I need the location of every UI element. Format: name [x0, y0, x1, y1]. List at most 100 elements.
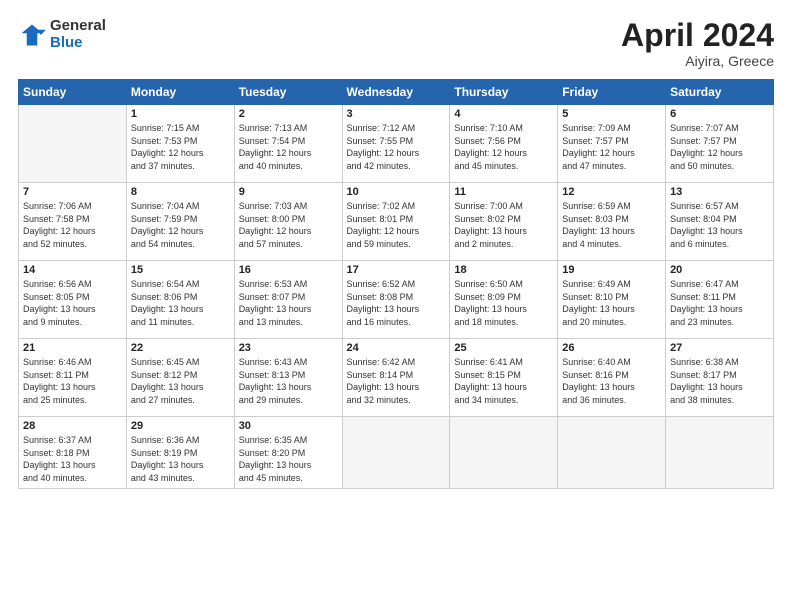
logo: General Blue — [18, 18, 106, 51]
calendar-cell: 28Sunrise: 6:37 AMSunset: 8:18 PMDayligh… — [19, 417, 127, 488]
day-info: Sunrise: 6:40 AMSunset: 8:16 PMDaylight:… — [562, 356, 661, 406]
logo-icon — [18, 21, 46, 49]
calendar-cell: 1 Sunrise: 7:15 AMSunset: 7:53 PMDaylight… — [126, 105, 234, 183]
day-number: 13 — [670, 186, 769, 198]
day-number: 29 — [131, 420, 230, 432]
week-row-2: 7 Sunrise: 7:06 AMSunset: 7:58 PMDaylight… — [19, 183, 774, 261]
calendar-cell: 16 Sunrise: 6:53 AMSunset: 8:07 PMDayligh… — [234, 261, 342, 339]
calendar-cell: 10Sunrise: 7:02 AMSunset: 8:01 PMDayligh… — [342, 183, 450, 261]
calendar-cell — [666, 417, 774, 488]
day-number: 27 — [670, 342, 769, 354]
day-number: 15 — [131, 264, 230, 276]
day-header-wednesday: Wednesday — [342, 80, 450, 105]
calendar-cell — [558, 417, 666, 488]
day-number: 2 — [239, 108, 338, 120]
day-number: 23 — [239, 342, 338, 354]
day-number: 3 — [347, 108, 446, 120]
calendar-cell: 15 Sunrise: 6:54 AMSunset: 8:06 PMDayligh… — [126, 261, 234, 339]
calendar-header-row: SundayMondayTuesdayWednesdayThursdayFrid… — [19, 80, 774, 105]
day-info: Sunrise: 6:59 AMSunset: 8:03 PMDaylight:… — [562, 200, 661, 250]
day-number: 25 — [454, 342, 553, 354]
calendar-cell: 14 Sunrise: 6:56 AMSunset: 8:05 PMDayligh… — [19, 261, 127, 339]
calendar-cell: 23Sunrise: 6:43 AMSunset: 8:13 PMDayligh… — [234, 339, 342, 417]
calendar-cell: 19Sunrise: 6:49 AMSunset: 8:10 PMDayligh… — [558, 261, 666, 339]
day-number: 26 — [562, 342, 661, 354]
day-number: 6 — [670, 108, 769, 120]
day-info: Sunrise: 6:50 AMSunset: 8:09 PMDaylight:… — [454, 278, 553, 328]
calendar-cell: 20 Sunrise: 6:47 AMSunset: 8:11 PMDayligh… — [666, 261, 774, 339]
day-info: Sunrise: 6:46 AMSunset: 8:11 PMDaylight:… — [23, 356, 122, 406]
calendar-cell: 27 Sunrise: 6:38 AMSunset: 8:17 PMDayligh… — [666, 339, 774, 417]
week-row-1: 1 Sunrise: 7:15 AMSunset: 7:53 PMDaylight… — [19, 105, 774, 183]
day-info: Sunrise: 6:56 AMSunset: 8:05 PMDaylight:… — [23, 278, 122, 328]
day-info: Sunrise: 6:54 AMSunset: 8:06 PMDaylight:… — [131, 278, 230, 328]
day-header-tuesday: Tuesday — [234, 80, 342, 105]
calendar-cell: 7 Sunrise: 7:06 AMSunset: 7:58 PMDaylight… — [19, 183, 127, 261]
day-number: 28 — [23, 420, 122, 432]
calendar-cell: 22Sunrise: 6:45 AMSunset: 8:12 PMDayligh… — [126, 339, 234, 417]
calendar-cell: 12 Sunrise: 6:59 AMSunset: 8:03 PMDayligh… — [558, 183, 666, 261]
logo-text: General Blue — [50, 18, 106, 51]
calendar-table: SundayMondayTuesdayWednesdayThursdayFrid… — [18, 79, 774, 488]
day-number: 8 — [131, 186, 230, 198]
day-number: 16 — [239, 264, 338, 276]
day-info: Sunrise: 6:52 AMSunset: 8:08 PMDaylight:… — [347, 278, 446, 328]
calendar-cell: 4 Sunrise: 7:10 AMSunset: 7:56 PMDaylight… — [450, 105, 558, 183]
day-number: 9 — [239, 186, 338, 198]
day-header-thursday: Thursday — [450, 80, 558, 105]
day-info: Sunrise: 7:00 AMSunset: 8:02 PMDaylight:… — [454, 200, 553, 250]
day-info: Sunrise: 6:53 AMSunset: 8:07 PMDaylight:… — [239, 278, 338, 328]
day-info: Sunrise: 7:12 AMSunset: 7:55 PMDaylight:… — [347, 122, 446, 172]
day-header-friday: Friday — [558, 80, 666, 105]
day-info: Sunrise: 7:10 AMSunset: 7:56 PMDaylight:… — [454, 122, 553, 172]
calendar-cell — [450, 417, 558, 488]
day-number: 14 — [23, 264, 122, 276]
week-row-4: 21 Sunrise: 6:46 AMSunset: 8:11 PMDayligh… — [19, 339, 774, 417]
day-info: Sunrise: 6:57 AMSunset: 8:04 PMDaylight:… — [670, 200, 769, 250]
calendar-cell: 8 Sunrise: 7:04 AMSunset: 7:59 PMDaylight… — [126, 183, 234, 261]
day-header-sunday: Sunday — [19, 80, 127, 105]
day-info: Sunrise: 7:04 AMSunset: 7:59 PMDaylight:… — [131, 200, 230, 250]
day-info: Sunrise: 7:15 AMSunset: 7:53 PMDaylight:… — [131, 122, 230, 172]
day-info: Sunrise: 6:35 AMSunset: 8:20 PMDaylight:… — [239, 434, 338, 484]
location: Aiyira, Greece — [621, 53, 774, 69]
day-number: 12 — [562, 186, 661, 198]
day-info: Sunrise: 7:06 AMSunset: 7:58 PMDaylight:… — [23, 200, 122, 250]
day-number: 7 — [23, 186, 122, 198]
day-info: Sunrise: 6:42 AMSunset: 8:14 PMDaylight:… — [347, 356, 446, 406]
header: General Blue April 2024 Aiyira, Greece — [18, 18, 774, 69]
calendar-cell: 13 Sunrise: 6:57 AMSunset: 8:04 PMDayligh… — [666, 183, 774, 261]
day-info: Sunrise: 6:47 AMSunset: 8:11 PMDaylight:… — [670, 278, 769, 328]
calendar-cell: 9Sunrise: 7:03 AMSunset: 8:00 PMDaylight… — [234, 183, 342, 261]
day-number: 10 — [347, 186, 446, 198]
calendar-cell: 3 Sunrise: 7:12 AMSunset: 7:55 PMDaylight… — [342, 105, 450, 183]
calendar-cell: 6 Sunrise: 7:07 AMSunset: 7:57 PMDaylight… — [666, 105, 774, 183]
calendar-cell: 2 Sunrise: 7:13 AMSunset: 7:54 PMDaylight… — [234, 105, 342, 183]
calendar-cell — [342, 417, 450, 488]
day-info: Sunrise: 7:13 AMSunset: 7:54 PMDaylight:… — [239, 122, 338, 172]
day-number: 21 — [23, 342, 122, 354]
page: General Blue April 2024 Aiyira, Greece S… — [0, 0, 792, 612]
day-header-saturday: Saturday — [666, 80, 774, 105]
logo-blue-text: Blue — [50, 35, 106, 52]
day-info: Sunrise: 7:07 AMSunset: 7:57 PMDaylight:… — [670, 122, 769, 172]
week-row-5: 28Sunrise: 6:37 AMSunset: 8:18 PMDayligh… — [19, 417, 774, 488]
day-info: Sunrise: 7:09 AMSunset: 7:57 PMDaylight:… — [562, 122, 661, 172]
calendar-cell: 26 Sunrise: 6:40 AMSunset: 8:16 PMDayligh… — [558, 339, 666, 417]
day-number: 11 — [454, 186, 553, 198]
day-header-monday: Monday — [126, 80, 234, 105]
day-number: 1 — [131, 108, 230, 120]
calendar-cell: 11 Sunrise: 7:00 AMSunset: 8:02 PMDayligh… — [450, 183, 558, 261]
day-number: 4 — [454, 108, 553, 120]
logo-general-text: General — [50, 18, 106, 35]
day-info: Sunrise: 6:38 AMSunset: 8:17 PMDaylight:… — [670, 356, 769, 406]
calendar-cell: 30 Sunrise: 6:35 AMSunset: 8:20 PMDayligh… — [234, 417, 342, 488]
day-number: 20 — [670, 264, 769, 276]
calendar-cell: 5Sunrise: 7:09 AMSunset: 7:57 PMDaylight… — [558, 105, 666, 183]
day-number: 19 — [562, 264, 661, 276]
calendar-cell: 24 Sunrise: 6:42 AMSunset: 8:14 PMDayligh… — [342, 339, 450, 417]
day-number: 30 — [239, 420, 338, 432]
calendar-cell: 25Sunrise: 6:41 AMSunset: 8:15 PMDayligh… — [450, 339, 558, 417]
day-info: Sunrise: 6:36 AMSunset: 8:19 PMDaylight:… — [131, 434, 230, 484]
day-number: 24 — [347, 342, 446, 354]
